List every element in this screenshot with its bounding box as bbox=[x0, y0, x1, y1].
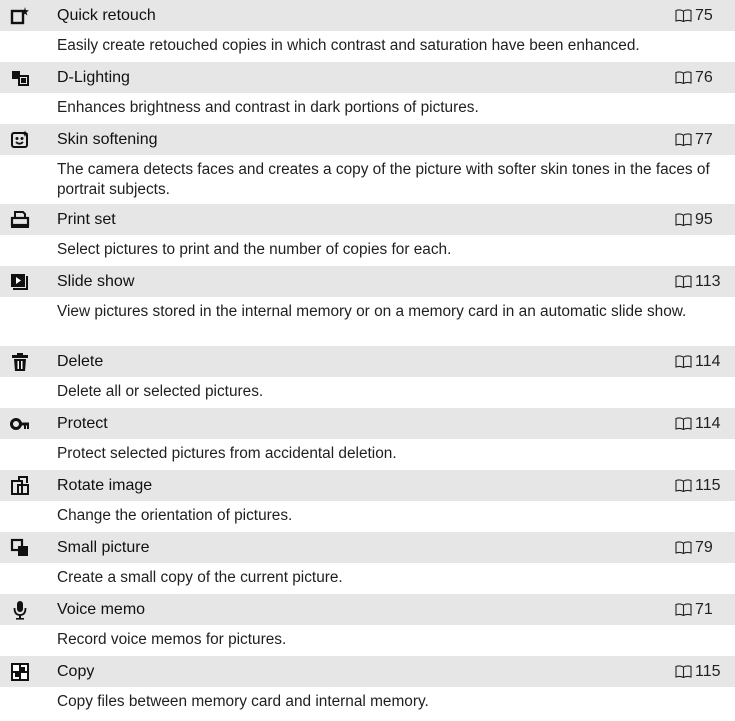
page-number: 113 bbox=[695, 272, 721, 290]
entry-description: Easily create retouched copies in which … bbox=[57, 37, 640, 54]
list-item-small-picture: Small picture 79 Create a small copy of … bbox=[0, 532, 735, 594]
entry-title: Slide show bbox=[57, 272, 135, 290]
page-reference-book-icon bbox=[675, 133, 692, 146]
page-reference-book-icon bbox=[675, 479, 692, 492]
list-item-copy: Copy 115 Copy files between memory card … bbox=[0, 656, 735, 718]
protect-icon bbox=[9, 413, 31, 435]
page-reference-book-icon bbox=[675, 541, 692, 554]
page-number: 95 bbox=[695, 210, 713, 228]
entry-description: Copy files between memory card and inter… bbox=[57, 693, 429, 710]
page-reference: 114 bbox=[675, 415, 735, 433]
page-reference: 114 bbox=[675, 353, 735, 371]
slide-show-icon bbox=[9, 271, 31, 293]
page-reference: 77 bbox=[675, 131, 735, 149]
entry-title: Voice memo bbox=[57, 600, 146, 618]
page-number: 77 bbox=[695, 130, 713, 148]
entry-header: Rotate image 115 bbox=[0, 470, 735, 501]
page-reference-book-icon bbox=[675, 355, 692, 368]
entry-header: Print set 95 bbox=[0, 204, 735, 235]
page-number: 75 bbox=[695, 6, 713, 24]
small-picture-icon bbox=[9, 537, 31, 559]
entry-header: Small picture 79 bbox=[0, 532, 735, 563]
entry-header: Slide show 113 bbox=[0, 266, 735, 297]
entry-description: View pictures stored in the internal mem… bbox=[57, 303, 687, 320]
page-reference-book-icon bbox=[675, 213, 692, 226]
page-reference: 76 bbox=[675, 69, 735, 87]
rotate-image-icon bbox=[9, 475, 31, 497]
list-item-skin-softening: Skin softening 77 The camera detects fac… bbox=[0, 124, 735, 204]
entry-header: Delete 114 bbox=[0, 346, 735, 377]
list-item-protect: Protect 114 Protect selected pictures fr… bbox=[0, 408, 735, 470]
entry-title: D-Lighting bbox=[57, 68, 130, 86]
page-reference: 79 bbox=[675, 539, 735, 557]
entry-description: Create a small copy of the current pictu… bbox=[57, 569, 343, 586]
page-reference: 113 bbox=[675, 273, 735, 291]
page-number: 114 bbox=[695, 352, 721, 370]
page-reference-book-icon bbox=[675, 665, 692, 678]
entry-description: The camera detects faces and creates a c… bbox=[57, 161, 710, 198]
entry-title: Small picture bbox=[57, 538, 150, 556]
page-number: 115 bbox=[695, 476, 721, 494]
entry-title: Quick retouch bbox=[57, 6, 156, 24]
page-number: 115 bbox=[695, 662, 721, 680]
list-item-print-set: Print set 95 Select pictures to print an… bbox=[0, 204, 735, 266]
entry-title: Copy bbox=[57, 662, 95, 680]
list-item-delete: Delete 114 Delete all or selected pictur… bbox=[0, 346, 735, 408]
list-item-slide-show: Slide show 113 View pictures stored in t… bbox=[0, 266, 735, 346]
entry-header: Quick retouch 75 bbox=[0, 0, 735, 31]
print-set-icon bbox=[9, 209, 31, 231]
page-number: 114 bbox=[695, 414, 721, 432]
skin-softening-icon bbox=[9, 129, 31, 151]
entry-description: Enhances brightness and contrast in dark… bbox=[57, 99, 479, 116]
menu-option-list: Quick retouch 75 Easily create retouched… bbox=[0, 0, 735, 718]
entry-title: Protect bbox=[57, 414, 108, 432]
page-reference: 71 bbox=[675, 601, 735, 619]
copy-icon bbox=[9, 661, 31, 683]
entry-title: Rotate image bbox=[57, 476, 153, 494]
entry-header: Copy 115 bbox=[0, 656, 735, 687]
voice-memo-icon bbox=[9, 599, 31, 621]
page-number: 79 bbox=[695, 538, 713, 556]
page-number: 71 bbox=[695, 600, 713, 618]
page-reference-book-icon bbox=[675, 603, 692, 616]
page-reference-book-icon bbox=[675, 9, 692, 22]
list-item-d-lighting: D-Lighting 76 Enhances brightness and co… bbox=[0, 62, 735, 124]
entry-description: Select pictures to print and the number … bbox=[57, 241, 452, 258]
entry-header: D-Lighting 76 bbox=[0, 62, 735, 93]
list-item-rotate-image: Rotate image 115 Change the orientation … bbox=[0, 470, 735, 532]
entry-description: Protect selected pictures from accidenta… bbox=[57, 445, 397, 462]
delete-icon bbox=[9, 351, 31, 373]
list-item-quick-retouch: Quick retouch 75 Easily create retouched… bbox=[0, 0, 735, 62]
list-item-voice-memo: Voice memo 71 Record voice memos for pic… bbox=[0, 594, 735, 656]
entry-description: Delete all or selected pictures. bbox=[57, 383, 264, 400]
entry-header: Voice memo 71 bbox=[0, 594, 735, 625]
entry-title: Print set bbox=[57, 210, 116, 228]
entry-description: Record voice memos for pictures. bbox=[57, 631, 287, 648]
quick-retouch-icon bbox=[9, 5, 31, 27]
page-reference-book-icon bbox=[675, 71, 692, 84]
d-lighting-icon bbox=[9, 67, 31, 89]
page-reference-book-icon bbox=[675, 275, 692, 288]
page-reference: 75 bbox=[675, 7, 735, 25]
page-reference: 115 bbox=[675, 663, 735, 681]
entry-header: Protect 114 bbox=[0, 408, 735, 439]
entry-header: Skin softening 77 bbox=[0, 124, 735, 155]
page-number: 76 bbox=[695, 68, 713, 86]
page-reference: 95 bbox=[675, 211, 735, 229]
page-reference: 115 bbox=[675, 477, 735, 495]
entry-title: Skin softening bbox=[57, 130, 158, 148]
entry-description: Change the orientation of pictures. bbox=[57, 507, 293, 524]
page-reference-book-icon bbox=[675, 417, 692, 430]
entry-title: Delete bbox=[57, 352, 104, 370]
